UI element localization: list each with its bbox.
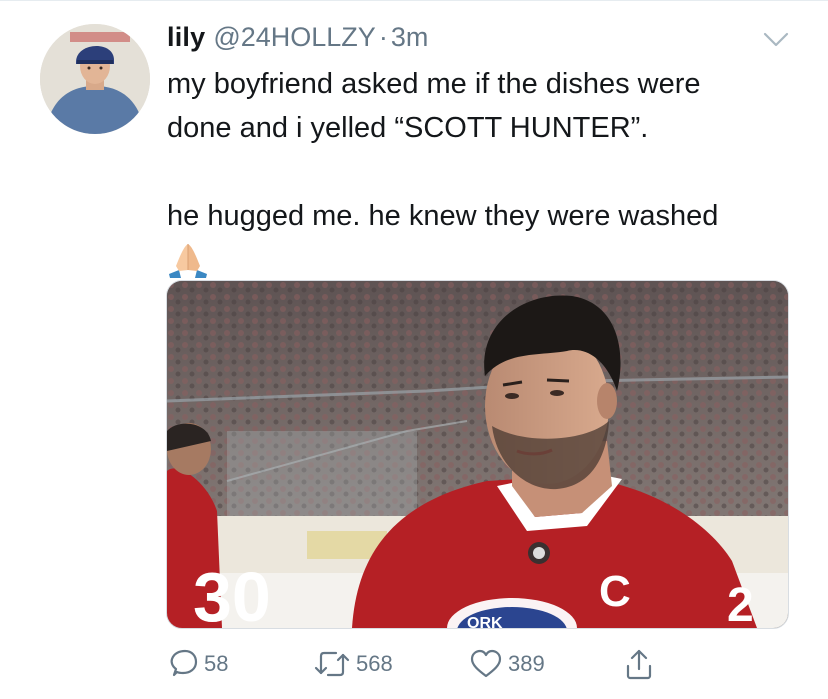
divider xyxy=(0,0,828,1)
separator-dot: · xyxy=(378,22,388,52)
tweet-text-line: my boyfriend asked me if the dishes were xyxy=(167,68,701,100)
jersey-crest-text: ORK xyxy=(467,615,503,628)
tweet[interactable]: lily @24HOLLZY · 3m my boyfriend asked me i… xyxy=(0,0,828,699)
user-handle[interactable]: @24HOLLZY xyxy=(213,22,375,52)
tweet-text-line: he hugged me. he knew they were washed xyxy=(167,200,719,232)
tweet-text-line: done and i yelled “SCOTT HUNTER”. xyxy=(167,112,649,144)
jersey-number-right: 2 xyxy=(727,579,754,628)
retweet-icon xyxy=(314,651,350,677)
like-button[interactable]: 389 xyxy=(470,646,545,682)
chevron-down-icon[interactable] xyxy=(763,32,789,48)
tweet-actions: 58 568 389 xyxy=(0,640,828,688)
reply-count: 58 xyxy=(204,651,229,676)
display-name[interactable]: lily xyxy=(167,22,205,52)
tweet-time[interactable]: 3m xyxy=(391,22,429,52)
share-icon xyxy=(626,649,652,680)
avatar[interactable] xyxy=(40,24,150,134)
retweet-button[interactable]: 568 xyxy=(314,646,393,682)
tweet-text: my boyfriend asked me if the dishes were… xyxy=(167,62,807,280)
jersey-number-left: 30 xyxy=(193,558,271,628)
captain-letter: C xyxy=(599,567,631,616)
like-icon xyxy=(470,649,502,678)
retweet-count: 568 xyxy=(356,651,393,676)
reply-button[interactable]: 58 xyxy=(168,646,228,682)
like-count: 389 xyxy=(508,651,545,676)
folded-hands-emoji xyxy=(169,244,207,278)
share-button[interactable] xyxy=(624,646,654,682)
reply-icon xyxy=(170,649,198,677)
tweet-media-image[interactable]: 30 ORK C 2 xyxy=(166,280,789,629)
tweet-header: lily @24HOLLZY · 3m xyxy=(167,22,428,56)
